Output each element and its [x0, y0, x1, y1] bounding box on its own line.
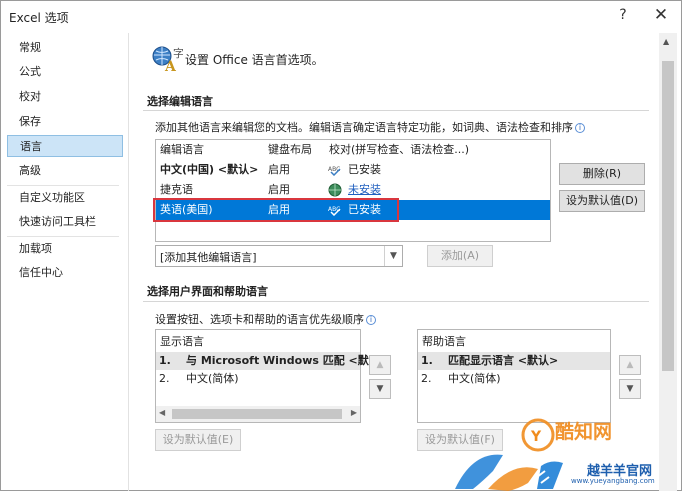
list-item-text: 中文(简体) — [448, 372, 501, 385]
row-language: 捷克语 — [160, 183, 193, 196]
dialog-title: Excel 选项 — [9, 11, 69, 25]
display-language-header: 显示语言 — [160, 335, 204, 348]
list-item[interactable]: 1. 与 Microsoft Windows 匹配 <默 — [156, 352, 369, 370]
nav-item-add-ins[interactable]: 加载项 — [7, 238, 123, 260]
svg-text:字: 字 — [173, 46, 183, 60]
watermark: Y 酷知网 越羊羊官网 www.yueyangbang.com — [433, 411, 682, 491]
list-item-text: 匹配显示语言 <默认> — [448, 354, 559, 367]
horizontal-scrollbar[interactable]: ◀ ▶ — [156, 406, 360, 422]
excel-options-dialog: Excel 选项 ? ✕ 常规 公式 校对 保存 语言 高级 自定义功能区 快速… — [0, 0, 682, 491]
nav-item-quick-access-toolbar[interactable]: 快速访问工具栏 — [7, 211, 123, 233]
watermark-brand: 酷知网 — [555, 421, 613, 443]
list-item-number: 1. — [159, 354, 171, 367]
add-editing-language-select[interactable]: [添加其他编辑语言] ▼ — [155, 245, 403, 267]
close-button[interactable]: ✕ — [647, 4, 675, 26]
ui-language-section-title: 选择用户界面和帮助语言 — [147, 285, 268, 298]
highlight-box — [153, 198, 399, 222]
scrollbar-thumb[interactable] — [662, 61, 674, 371]
nav-divider — [7, 185, 119, 186]
list-item-number: 2. — [159, 372, 170, 385]
list-item[interactable]: 2. 中文(简体) — [156, 370, 360, 388]
table-header: 编辑语言 键盘布局 校对(拼写检查、语法检查...) — [156, 140, 550, 160]
title-bar: Excel 选项 ? ✕ — [1, 1, 681, 31]
column-header-keyboard[interactable]: 键盘布局 — [268, 141, 312, 159]
options-nav: 常规 公式 校对 保存 语言 高级 自定义功能区 快速访问工具栏 加载项 信任中… — [5, 33, 123, 488]
display-language-list[interactable]: 显示语言 1. 与 Microsoft Windows 匹配 <默 2. 中文(… — [155, 329, 369, 423]
scroll-up-icon[interactable]: ▲ — [663, 37, 669, 46]
nav-divider — [7, 236, 119, 237]
abc-check-icon: ABC — [328, 166, 341, 176]
move-up-button[interactable]: ▲ — [619, 355, 641, 375]
nav-item-language[interactable]: 语言 — [7, 135, 123, 157]
page-heading: 设置 Office 语言首选项。 — [185, 53, 324, 67]
delete-button[interactable]: 删除(R) — [559, 163, 645, 185]
scroll-left-icon[interactable]: ◀ — [159, 408, 165, 417]
nav-item-proofing[interactable]: 校对 — [7, 86, 123, 108]
row-keyboard: 启用 — [268, 163, 290, 176]
help-language-header: 帮助语言 — [422, 335, 466, 348]
info-icon[interactable]: i — [366, 315, 376, 325]
editing-language-description-text: 添加其他语言来编辑您的文档。编辑语言确定语言特定功能，如词典、语法检查和排序 — [155, 121, 573, 134]
nav-item-customize-ribbon[interactable]: 自定义功能区 — [7, 187, 123, 209]
set-default-editing-button[interactable]: 设为默认值(D) — [559, 190, 645, 212]
column-header-language[interactable]: 编辑语言 — [160, 141, 204, 159]
scroll-right-icon[interactable]: ▶ — [351, 408, 357, 417]
nav-item-advanced[interactable]: 高级 — [7, 160, 123, 182]
list-item-number: 2. — [421, 372, 432, 385]
chevron-down-icon[interactable]: ▼ — [384, 246, 402, 266]
editing-language-description: 添加其他语言来编辑您的文档。编辑语言确定语言特定功能，如词典、语法检查和排序 i — [155, 119, 585, 135]
move-up-button[interactable]: ▲ — [369, 355, 391, 375]
ui-language-description-text: 设置按钮、选项卡和帮助的语言优先级顺序 — [155, 313, 364, 326]
help-language-list[interactable]: 帮助语言 1. 匹配显示语言 <默认> 2. 中文(简体) — [417, 329, 611, 423]
add-language-button[interactable]: 添加(A) — [427, 245, 493, 267]
column-header-proofing[interactable]: 校对(拼写检查、语法检查...) — [329, 141, 469, 159]
help-button[interactable]: ? — [609, 4, 637, 26]
nav-item-formulas[interactable]: 公式 — [7, 61, 123, 83]
row-keyboard: 启用 — [268, 183, 290, 196]
section-divider — [143, 301, 649, 302]
globe-icon — [328, 183, 342, 197]
list-item-text: 中文(简体) — [186, 372, 239, 385]
editing-language-section-title: 选择编辑语言 — [147, 95, 213, 108]
add-editing-language-value: [添加其他编辑语言] — [160, 251, 257, 264]
move-down-button[interactable]: ▼ — [619, 379, 641, 399]
nav-item-general[interactable]: 常规 — [7, 37, 123, 59]
info-icon[interactable]: i — [575, 123, 585, 133]
proofing-not-installed-link[interactable]: 未安装 — [348, 181, 381, 199]
row-proofing: 已安装 — [348, 163, 381, 176]
scrollbar-thumb[interactable] — [172, 409, 342, 419]
nav-item-save[interactable]: 保存 — [7, 111, 123, 133]
section-divider — [143, 110, 649, 111]
table-row[interactable]: 捷克语 启用 未安装 — [156, 180, 550, 200]
svg-text:Y: Y — [530, 429, 542, 445]
svg-text:A: A — [164, 59, 177, 75]
list-item-number: 1. — [421, 354, 433, 367]
editing-language-table[interactable]: 编辑语言 键盘布局 校对(拼写检查、语法检查...) 中文(中国) <默认> 启… — [153, 139, 551, 242]
list-item-text: 与 Microsoft Windows 匹配 <默 — [186, 354, 369, 367]
language-options-icon: A 字 — [152, 46, 183, 75]
set-default-display-button[interactable]: 设为默认值(E) — [155, 429, 241, 451]
ui-language-description: 设置按钮、选项卡和帮助的语言优先级顺序 i — [155, 311, 376, 327]
watermark-url: www.yueyangbang.com — [571, 477, 655, 485]
list-item[interactable]: 1. 匹配显示语言 <默认> — [418, 352, 610, 370]
row-language: 中文(中国) <默认> — [160, 163, 259, 176]
table-row[interactable]: 中文(中国) <默认> 启用 ABC 已安装 — [156, 160, 550, 180]
move-down-button[interactable]: ▼ — [369, 379, 391, 399]
list-item[interactable]: 2. 中文(简体) — [418, 370, 610, 388]
nav-item-trust-center[interactable]: 信任中心 — [7, 262, 123, 284]
table-row[interactable]: 英语(美国) 启用 ABC 已安装 — [153, 198, 550, 222]
